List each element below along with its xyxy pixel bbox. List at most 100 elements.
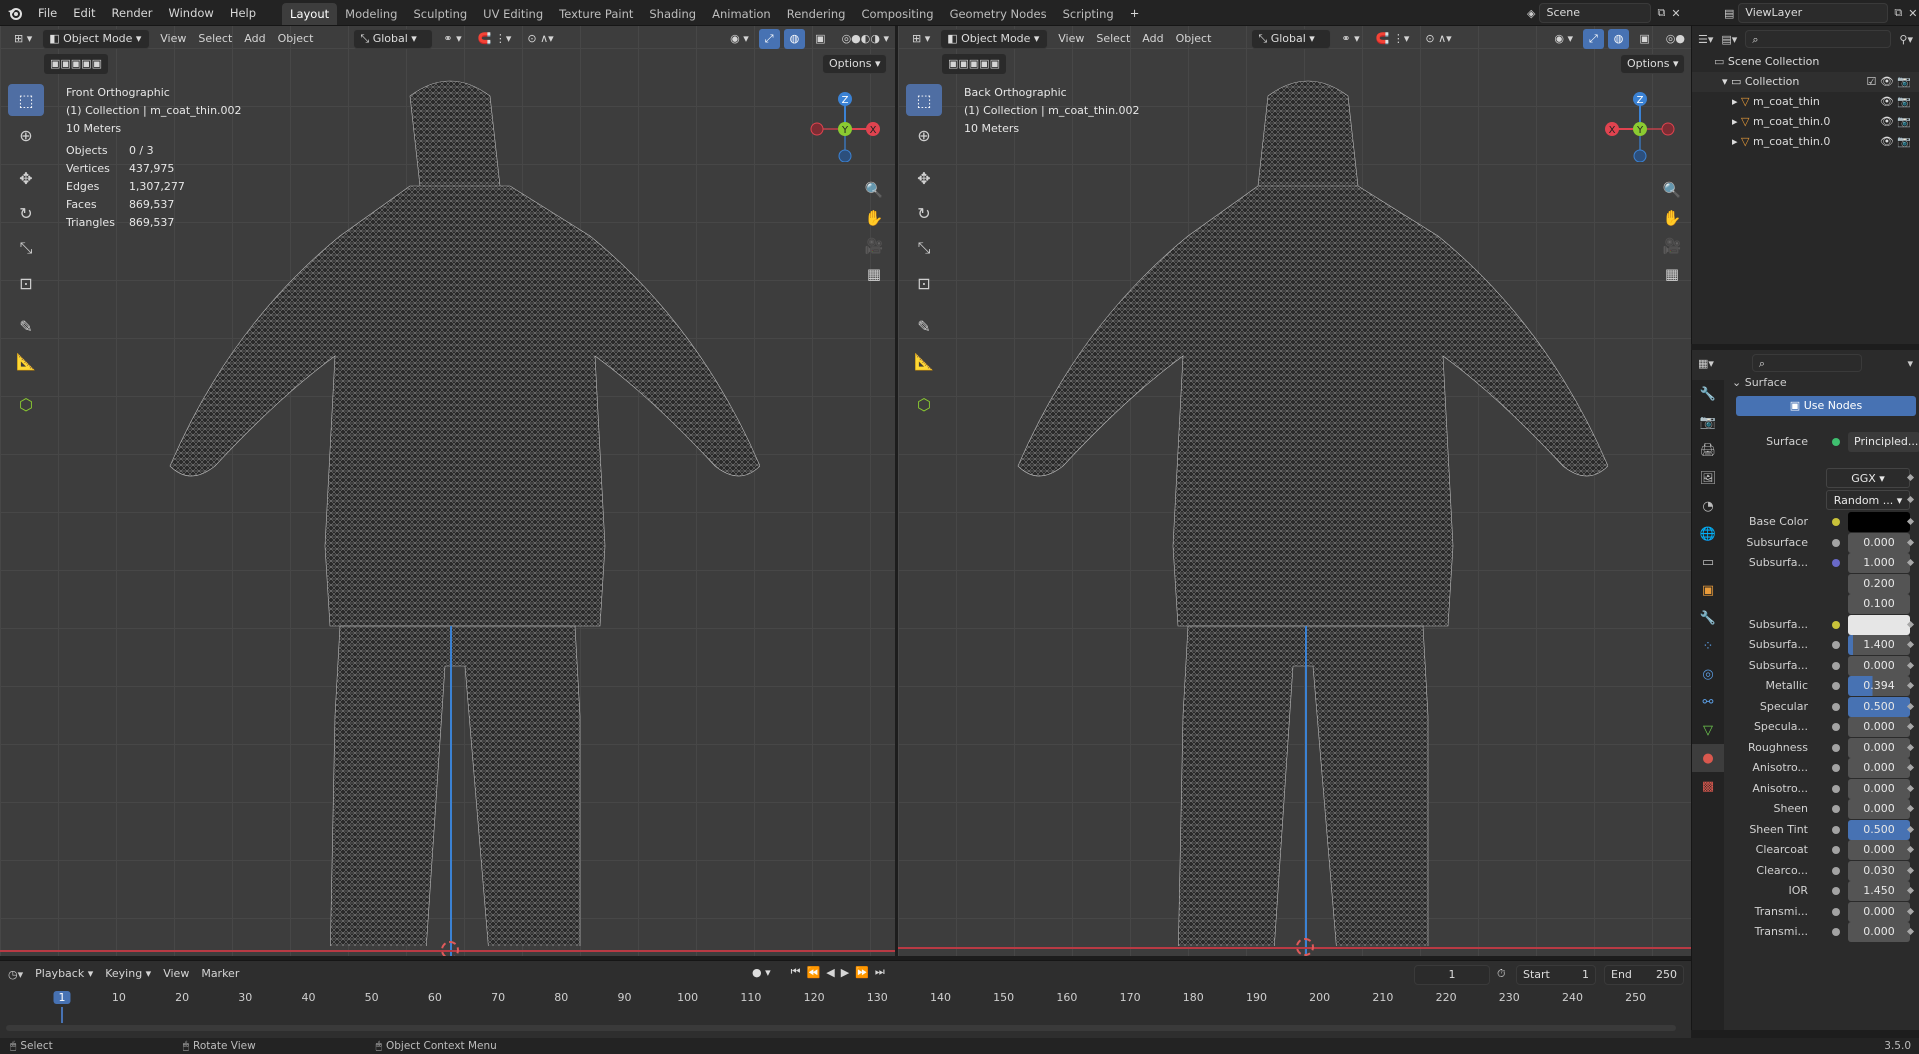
rotate-tool-icon[interactable]: ↻ xyxy=(906,197,942,229)
particles-tab-icon[interactable]: ⁘ xyxy=(1692,632,1724,660)
annotate-tool-icon[interactable]: ✎ xyxy=(8,310,44,342)
playhead[interactable] xyxy=(61,1007,63,1023)
value-slider[interactable]: 0.000 xyxy=(1848,717,1910,737)
tab-sculpting[interactable]: Sculpting xyxy=(405,3,475,25)
socket-icon[interactable] xyxy=(1832,620,1840,629)
outliner-object-row[interactable]: ▸ ▽ m_coat_thin.0 👁 📷 xyxy=(1692,132,1919,152)
socket-icon[interactable] xyxy=(1832,559,1840,567)
proportional-edit-icon[interactable]: ⊙ ∧▾ xyxy=(1419,29,1457,49)
select-mode-icons[interactable]: ▣▣▣▣▣ xyxy=(44,54,108,74)
socket-icon[interactable] xyxy=(1832,682,1840,690)
value-slider[interactable]: 0.100 xyxy=(1848,594,1910,614)
viewport-menu-view[interactable]: View xyxy=(154,29,192,49)
mode-dropdown[interactable]: ◧ Object Mode ▾ xyxy=(940,29,1049,49)
socket-icon[interactable] xyxy=(1832,887,1840,895)
object-tab-icon[interactable]: ▣ xyxy=(1692,576,1724,604)
delete-viewlayer-icon[interactable]: ✕ xyxy=(1908,7,1917,20)
value-slider[interactable]: 0.000 xyxy=(1848,799,1910,819)
timeline-scrollbar[interactable] xyxy=(6,1025,1676,1031)
menu-render[interactable]: Render xyxy=(104,0,161,26)
add-cube-tool-icon[interactable]: ⬡ xyxy=(906,388,942,420)
pivot-icon[interactable]: ⚭ ▾ xyxy=(437,29,467,49)
new-viewlayer-icon[interactable]: ⧉ xyxy=(1894,6,1902,20)
viewlayer-name-field[interactable]: ViewLayer xyxy=(1738,3,1889,23)
value-slider[interactable]: 0.500 xyxy=(1848,696,1910,717)
tab-rendering[interactable]: Rendering xyxy=(779,3,854,25)
outliner-object-row[interactable]: ▸ ▽ m_coat_thin 👁 📷 xyxy=(1692,92,1919,112)
object-toggles[interactable]: 👁 📷 xyxy=(1880,92,1911,112)
socket-icon[interactable] xyxy=(1832,825,1840,834)
coat-mesh-front[interactable] xyxy=(160,66,760,946)
modifier-tab-icon[interactable]: 🔧 xyxy=(1692,604,1724,632)
properties-options-icon[interactable]: ▾ xyxy=(1907,357,1913,370)
display-mode-icon[interactable]: ▤▾ xyxy=(1721,33,1737,46)
viewport-menu-add[interactable]: Add xyxy=(238,29,271,49)
filter-icon[interactable]: ⚲▾ xyxy=(1899,33,1913,46)
rotate-tool-icon[interactable]: ↻ xyxy=(8,197,44,229)
viewport-menu-object[interactable]: Object xyxy=(272,29,320,49)
xray-toggle-icon[interactable]: ▣ xyxy=(1633,29,1655,49)
tab-scripting[interactable]: Scripting xyxy=(1055,3,1122,25)
value-slider[interactable]: 0.394 xyxy=(1848,676,1910,696)
new-scene-icon[interactable]: ⧉ xyxy=(1657,6,1665,20)
viewport-menu-view[interactable]: View xyxy=(1052,29,1090,49)
socket-icon[interactable] xyxy=(1832,784,1840,793)
tab-modeling[interactable]: Modeling xyxy=(337,3,405,25)
cursor-tool-icon[interactable]: ⊕ xyxy=(8,119,44,151)
transform-tool-icon[interactable]: ⊡ xyxy=(8,267,44,299)
expand-arrow-icon[interactable]: ▸ xyxy=(1732,135,1741,148)
value-slider[interactable]: 0.000 xyxy=(1848,778,1910,799)
socket-icon[interactable] xyxy=(1832,702,1840,711)
tab-animation[interactable]: Animation xyxy=(704,3,779,25)
shading-modes-icon[interactable]: ◎●◐◑ ▾ xyxy=(836,29,895,49)
object-toggles[interactable]: 👁 📷 xyxy=(1880,112,1911,132)
transform-tool-icon[interactable]: ⊡ xyxy=(906,267,942,299)
pan-hand-icon[interactable]: ✋ xyxy=(1658,204,1686,232)
keyframe-icon[interactable] xyxy=(1906,784,1915,792)
delete-scene-icon[interactable]: ✕ xyxy=(1671,7,1680,20)
coat-mesh-back[interactable] xyxy=(1008,66,1608,946)
pan-hand-icon[interactable]: ✋ xyxy=(860,204,888,232)
socket-icon[interactable] xyxy=(1832,641,1840,649)
socket-icon[interactable] xyxy=(1832,928,1840,936)
outliner-search-input[interactable]: ⌕ xyxy=(1745,30,1892,48)
xray-toggle-icon[interactable]: ▣ xyxy=(809,29,831,49)
keyframe-icon[interactable] xyxy=(1906,866,1915,874)
camera-icon[interactable]: 🎥 xyxy=(1658,232,1686,260)
measure-tool-icon[interactable]: 📐 xyxy=(8,345,44,377)
value-slider[interactable]: 0.000 xyxy=(1848,901,1910,922)
scale-tool-icon[interactable]: ⤡ xyxy=(8,232,44,264)
gizmo-toggle-icon[interactable]: ⤢ xyxy=(758,29,780,49)
socket-icon[interactable] xyxy=(1832,723,1840,731)
select-mode-icons[interactable]: ▣▣▣▣▣ xyxy=(942,54,1006,74)
keyframe-icon[interactable] xyxy=(1906,620,1915,628)
overlay-toggle-icon[interactable]: ◍ xyxy=(1607,29,1630,49)
view-layer-tab-icon[interactable]: 🖼 xyxy=(1692,464,1724,492)
scene-name-field[interactable]: Scene xyxy=(1539,3,1652,23)
socket-icon[interactable] xyxy=(1832,907,1840,916)
viewport-menu-object[interactable]: Object xyxy=(1170,29,1218,49)
data-tab-icon[interactable]: ▽ xyxy=(1692,716,1724,744)
socket-icon[interactable] xyxy=(1832,764,1840,772)
value-slider[interactable]: 0.000 xyxy=(1848,737,1910,758)
orientation-dropdown[interactable]: ⤡ Global ▾ xyxy=(1251,29,1332,49)
tool-tab-icon[interactable]: 🔧 xyxy=(1692,380,1724,408)
tab-shading[interactable]: Shading xyxy=(641,3,704,25)
scale-tool-icon[interactable]: ⤡ xyxy=(906,232,942,264)
menu-help[interactable]: Help xyxy=(222,0,264,26)
value-slider[interactable]: 0.000 xyxy=(1848,655,1910,676)
zoom-icon[interactable]: 🔍 xyxy=(1658,176,1686,204)
value-slider[interactable]: 1.400 xyxy=(1848,635,1910,655)
socket-icon[interactable] xyxy=(1832,518,1840,526)
overlay-toggle-icon[interactable]: ◍ xyxy=(783,29,806,49)
keyframe-icon[interactable] xyxy=(1906,661,1915,669)
value-slider[interactable]: 0.030 xyxy=(1848,860,1910,881)
gizmo-toggle-icon[interactable]: ⤢ xyxy=(1582,29,1604,49)
orientation-dropdown[interactable]: ⤡ Global ▾ xyxy=(353,29,434,49)
value-slider[interactable]: 0.000 xyxy=(1848,532,1910,553)
editor-type-button[interactable]: ⊞ ▾ xyxy=(8,29,38,49)
expand-arrow-icon[interactable]: ▾ xyxy=(1722,75,1731,88)
socket-icon[interactable] xyxy=(1832,866,1840,875)
ortho-grid-icon[interactable]: ▦ xyxy=(860,260,888,288)
navigation-gizmo[interactable]: Z X Y xyxy=(1598,82,1678,162)
